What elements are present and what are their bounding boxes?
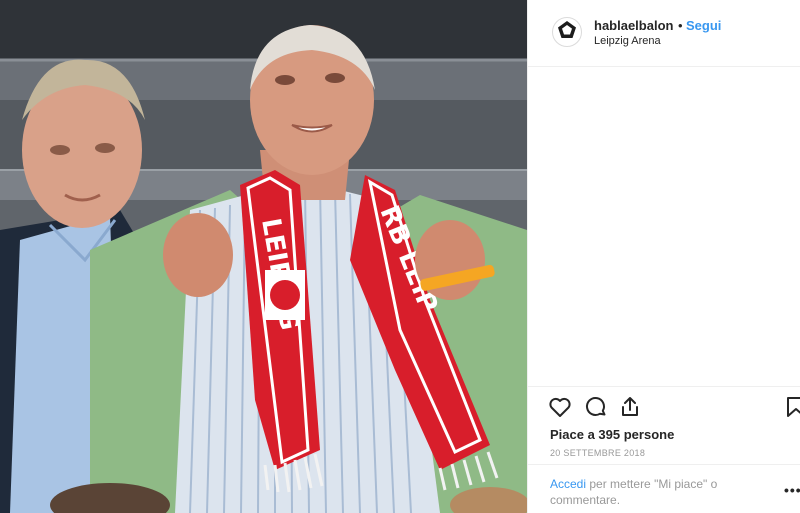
action-bar — [528, 386, 800, 427]
heart-icon[interactable] — [548, 395, 572, 419]
photo-illustration: LEIPZIG RB LEIP — [0, 0, 527, 513]
comment-login-bar: Accedi per mettere "Mi piace" o commenta… — [528, 464, 800, 513]
share-icon[interactable] — [618, 395, 642, 419]
comment-icon[interactable] — [584, 395, 608, 419]
post-header: hablaelbalon • Segui Leipzig Arena — [528, 0, 800, 67]
pentagon-logo-icon — [556, 19, 578, 46]
separator-dot: • — [678, 18, 683, 33]
post-date: 20 SETTEMBRE 2018 — [550, 448, 646, 458]
bookmark-icon[interactable] — [784, 395, 800, 419]
more-options-button[interactable]: ••• — [784, 482, 800, 498]
follow-button[interactable]: Segui — [686, 18, 721, 33]
login-prompt: Accedi per mettere "Mi piace" o commenta… — [550, 476, 750, 508]
username-link[interactable]: hablaelbalon — [594, 18, 673, 33]
post-side-panel: hablaelbalon • Segui Leipzig Arena Piace… — [527, 0, 800, 513]
location-link[interactable]: Leipzig Arena — [594, 35, 661, 47]
likes-count[interactable]: Piace a 395 persone — [550, 427, 674, 442]
login-link[interactable]: Accedi — [550, 477, 586, 491]
post-photo[interactable]: LEIPZIG RB LEIP — [0, 0, 527, 513]
avatar[interactable] — [552, 17, 582, 47]
